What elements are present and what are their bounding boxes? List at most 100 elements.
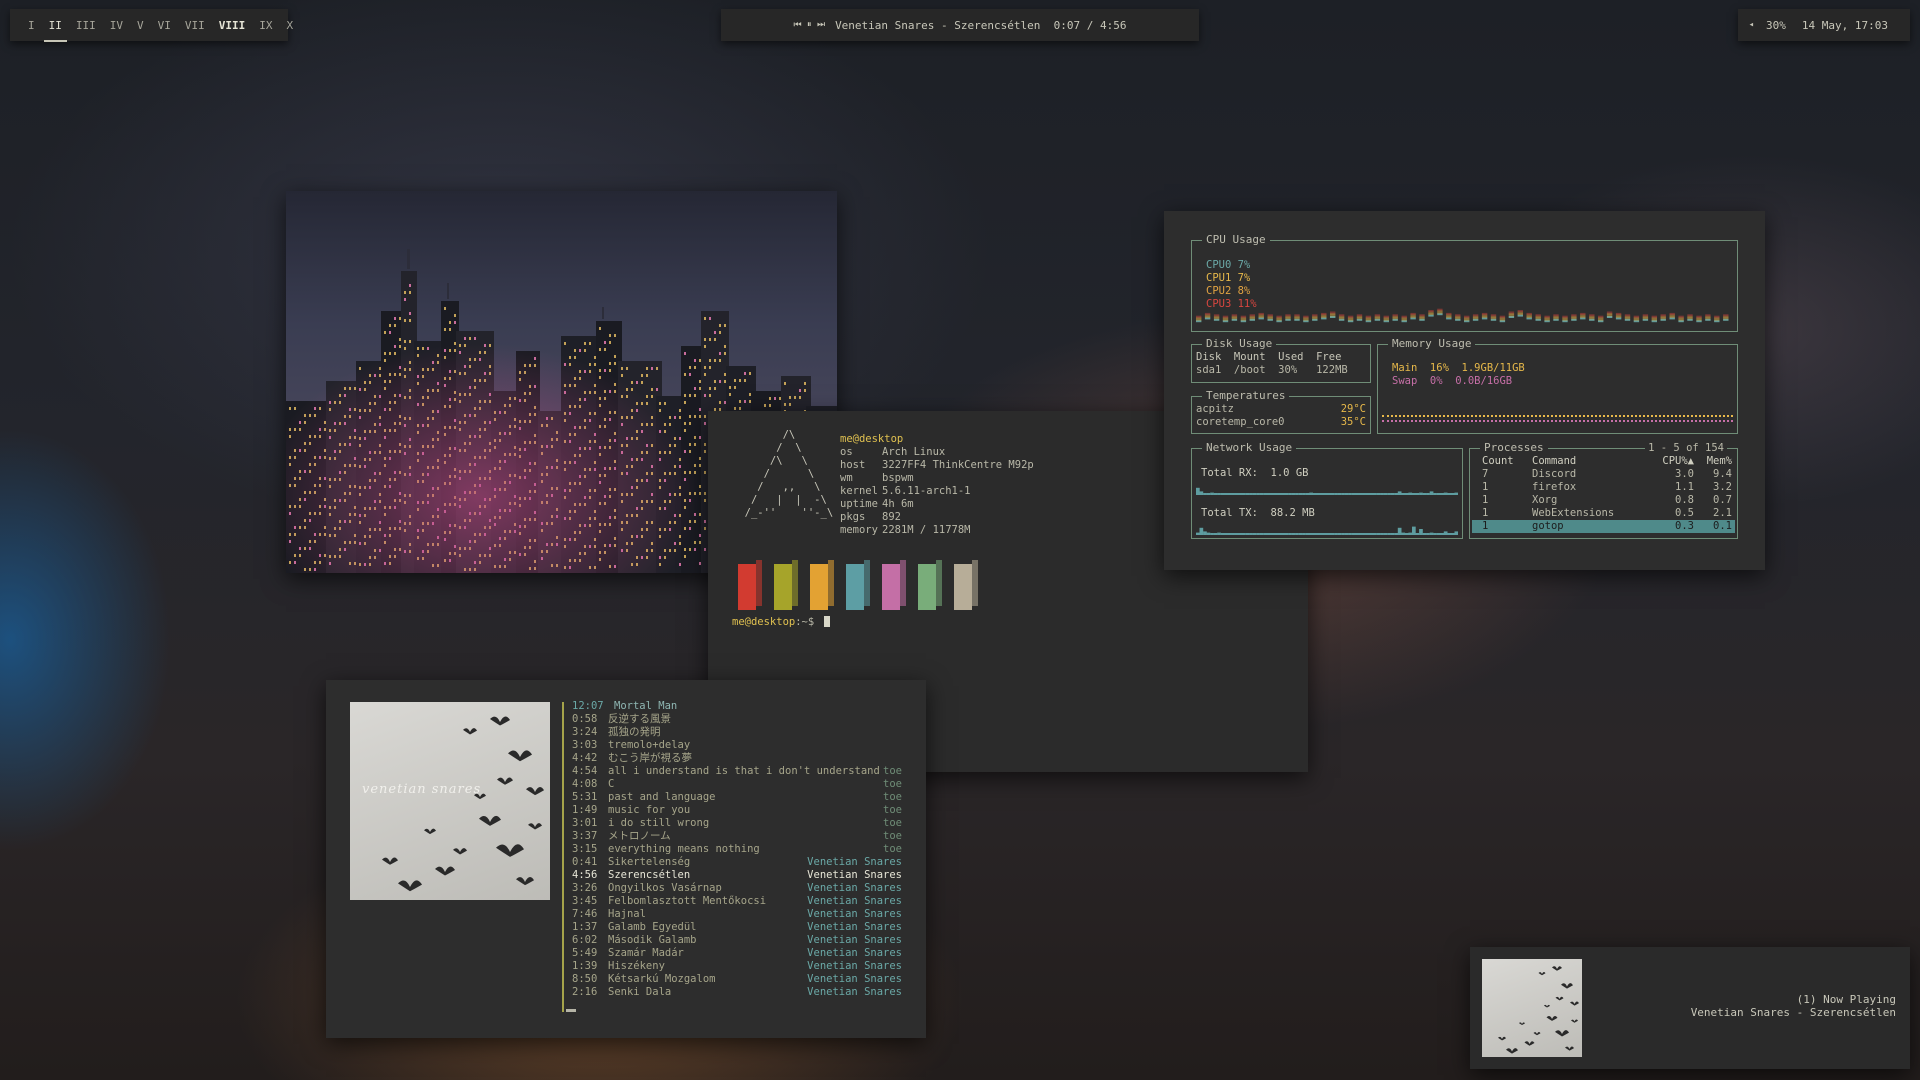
sysinfo-key: host [840,459,866,471]
track-row[interactable]: 2:16 Senki Dala Venetian Snares [572,986,902,999]
bird [1561,983,1573,989]
bird [1498,1036,1506,1041]
cpu-graph-point [1196,315,1202,318]
prompt-line[interactable]: me@desktop:~$ [732,616,830,629]
track-row[interactable]: 3:01 i do still wrong toe [572,817,902,830]
now-playing-notification[interactable]: (1) Now Playing Venetian Snares - Szeren… [1470,947,1910,1069]
track-row[interactable]: 8:50 Kétsarkú Mozgalom Venetian Snares [572,973,902,986]
process-count: 7 [1482,468,1489,480]
bird [1544,1004,1550,1008]
cpu-graph-point [1258,312,1264,315]
cpu-graph-point [1276,315,1282,318]
process-row[interactable]: 1 WebExtensions 0.5 2.1 [1472,507,1735,520]
bird [1524,1041,1535,1046]
workspace-ix[interactable]: IX [259,19,272,32]
workspace-ii[interactable]: II [43,19,68,42]
gotop-window[interactable]: CPU Usage CPU0 7% CPU1 7% CPU2 8% CPU3 11% … [1164,211,1765,570]
cpu-graph-point [1660,314,1666,317]
track-row[interactable]: 3:03 tremolo+delay [572,739,902,752]
tx-bar [1362,533,1367,535]
track-row[interactable]: 5:49 Szamár Madár Venetian Snares [572,947,902,960]
tx-bar [1341,533,1345,535]
tx-bar [1203,531,1207,535]
rx-bar [1224,493,1228,495]
tx-bar [1330,533,1335,535]
tx-bar [1217,532,1221,535]
tx-bar [1429,532,1434,535]
track-row[interactable]: 1:49 music for you toe [572,804,902,817]
workspace-iii[interactable]: III [76,19,96,32]
sysinfo-kernel: kernel 5.6.11-arch1-1 [840,485,1034,498]
track-title: 孤独の発明 [608,726,661,738]
process-row[interactable]: 1 firefox 1.1 3.2 [1472,481,1735,494]
tx-bar [1196,532,1200,535]
prompt-suffix: :~$ [795,616,815,628]
temp-value: 29°C [1340,403,1366,415]
rx-bar [1426,493,1430,495]
track-row[interactable]: 12:07 Mortal Man [572,700,902,713]
track-row[interactable]: 4:08 Ctoe [572,778,902,791]
bird [1538,972,1546,976]
workspace-v[interactable]: V [137,19,144,32]
tx-bar [1334,533,1338,535]
track-row[interactable]: 3:37 メトロノーム toe [572,830,902,843]
process-count: 1 [1482,520,1489,532]
track-row[interactable]: 7:46 Hajnal Venetian Snares [572,908,902,921]
track-row[interactable]: 1:39 Hiszékeny Venetian Snares [572,960,902,973]
track-title: all i understand is that i don't underst… [608,765,880,777]
track-row[interactable]: 3:15 everything means nothing toe [572,843,902,856]
process-row[interactable]: 1 gotop 0.3 0.1 [1472,520,1735,533]
workspace-vii[interactable]: VII [185,19,205,32]
workspace-i[interactable]: I [28,19,35,32]
bird [497,777,513,785]
workspace-x[interactable]: X [287,19,294,32]
cpu-graph-point [1687,314,1693,317]
tx-bar [1404,533,1409,535]
process-header-row: Count Command CPU%▲ Mem% [1472,455,1735,468]
rx-bar [1316,493,1321,495]
sysinfo-value: 2281M / 11778M [882,524,971,536]
rx-bar [1302,493,1306,495]
volume-level[interactable]: 30% [1766,19,1786,32]
cpu-graph-point [1401,315,1407,318]
process-mem: Mem% [1706,455,1732,467]
track-row[interactable]: 1:37 Galamb Egyedül Venetian Snares [572,921,902,934]
cpu-graph-point [1472,314,1479,317]
processes-panel[interactable]: Processes 1 - 5 of 154 Count Command CPU%▲… [1469,441,1738,539]
bird [1506,1048,1518,1054]
rx-bar [1436,493,1441,495]
process-row[interactable]: 1 Xorg 0.8 0.7 [1472,494,1735,507]
volume-icon[interactable]: ◂ [1749,20,1754,30]
track-row[interactable]: 4:42 むこう岸が視る夢 [572,752,902,765]
track-row[interactable]: 6:02 Második Galamb Venetian Snares [572,934,902,947]
workspace-viii[interactable]: VIII [219,19,246,32]
track-row[interactable]: 3:24 孤独の発明 [572,726,902,739]
cpu-graph-point [1374,314,1381,317]
album-art-text: venetian snares [362,782,482,797]
tx-bar [1284,533,1289,535]
workspace-iv[interactable]: IV [110,19,123,32]
process-row[interactable]: 7 Discord 3.0 9.4 [1472,468,1735,481]
tx-bar [1355,533,1359,535]
media-controls[interactable]: ⏮ ⏸ ⏭ [794,20,826,30]
workspace-vi[interactable]: VI [158,19,171,32]
color-swatch [738,560,762,610]
tx-bar [1234,533,1239,535]
track-row[interactable]: 0:41 Sikertelenség Venetian Snares [572,856,902,869]
disk-row: sda1 /boot 30% 122MB [1196,364,1348,376]
track-row[interactable]: 0:58 反逆する風景 [572,713,902,726]
track-row[interactable]: 5:31 past and language toe [572,791,902,804]
rx-bar [1380,493,1384,495]
tx-bar [1443,531,1448,535]
track-row[interactable]: 4:56 Szerencsétlen Venetian Snares [572,869,902,882]
disk-headers: Disk Mount Used Free [1196,351,1342,363]
track-row[interactable]: 4:54 all i understand is that i don't und… [572,765,902,778]
music-player-window[interactable]: venetian snares 12:07 Mortal Man 0:58 反逆する風… [326,680,926,1038]
cpu-graph-point [1598,315,1604,318]
tx-bar [1394,533,1398,535]
rx-bar [1196,487,1200,495]
track-row[interactable]: 3:26 Öngyilkos Vasárnap Venetian Snares [572,882,902,895]
playlist[interactable]: 12:07 Mortal Man 0:58 反逆する風景 3:24 孤独の発明 3:03 tr… [572,700,902,999]
track-row[interactable]: 3:45 Felbomlasztott Mentőkocsi Venetian Sn… [572,895,902,908]
bird [1552,966,1562,971]
